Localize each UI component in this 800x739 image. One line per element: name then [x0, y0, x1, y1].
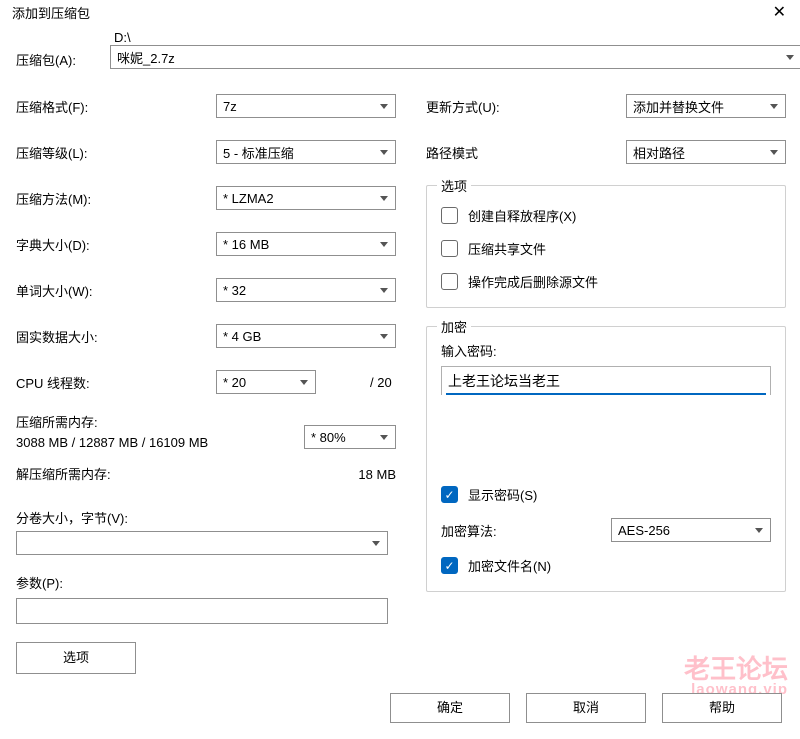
encryption-group-title: 加密	[437, 317, 471, 336]
mem-compress-label: 压缩所需内存:	[16, 413, 304, 433]
level-select[interactable]	[216, 140, 396, 164]
archive-label: 压缩包(A):	[16, 50, 100, 69]
mem-percent-select[interactable]	[304, 425, 396, 449]
archive-filename-combo[interactable]	[110, 45, 800, 69]
solid-select[interactable]	[216, 324, 396, 348]
params-label: 参数(P):	[16, 573, 396, 592]
sfx-label: 创建自释放程序(X)	[468, 206, 576, 225]
dict-label: 字典大小(D):	[16, 235, 216, 254]
update-label: 更新方式(U):	[426, 97, 626, 116]
word-label: 单词大小(W):	[16, 281, 216, 300]
options-button[interactable]: 选项	[16, 642, 136, 674]
encrypt-names-checkbox[interactable]: ✓	[441, 557, 458, 574]
update-select[interactable]	[626, 94, 786, 118]
encrypt-names-row[interactable]: ✓ 加密文件名(N)	[441, 556, 771, 575]
title-bar: 添加到压缩包 ✕	[0, 0, 800, 26]
pathmode-label: 路径模式	[426, 143, 626, 162]
threads-label: CPU 线程数:	[16, 373, 216, 392]
show-password-checkbox[interactable]: ✓	[441, 486, 458, 503]
delete-after-label: 操作完成后删除源文件	[468, 272, 598, 291]
enc-algo-select[interactable]	[611, 518, 771, 542]
mem-decompress-value: 18 MB	[358, 465, 396, 485]
left-column: 压缩格式(F): 压缩等级(L): 压缩方法(M): 字典大小(D): 单词大小…	[16, 93, 396, 674]
dict-select[interactable]	[216, 232, 396, 256]
sfx-checkbox[interactable]	[441, 207, 458, 224]
shared-label: 压缩共享文件	[468, 239, 546, 258]
delete-after-checkbox-row[interactable]: 操作完成后删除源文件	[441, 272, 771, 291]
level-label: 压缩等级(L):	[16, 143, 216, 162]
mem-decompress-label: 解压缩所需内存:	[16, 465, 358, 485]
help-button[interactable]: 帮助	[662, 693, 782, 723]
mem-compress-value: 3088 MB / 12887 MB / 16109 MB	[16, 433, 304, 453]
word-select[interactable]	[216, 278, 396, 302]
method-label: 压缩方法(M):	[16, 189, 216, 208]
shared-checkbox[interactable]	[441, 240, 458, 257]
pathmode-select[interactable]	[626, 140, 786, 164]
right-column: 更新方式(U): 路径模式 选项 创建自释放程序(X) 压缩共享文件	[426, 93, 786, 674]
window-title: 添加到压缩包	[12, 3, 90, 22]
solid-label: 固实数据大小:	[16, 327, 216, 346]
enc-algo-label: 加密算法:	[441, 521, 591, 540]
method-select[interactable]	[216, 186, 396, 210]
encryption-group: 加密 输入密码: ✓ 显示密码(S) 加密算法: ✓ 加密文件名(N)	[426, 326, 786, 592]
close-icon[interactable]: ✕	[767, 2, 792, 22]
threads-total: / 20	[370, 375, 392, 390]
threads-select[interactable]	[216, 370, 316, 394]
password-label: 输入密码:	[441, 341, 771, 360]
encrypt-names-label: 加密文件名(N)	[468, 556, 551, 575]
archive-path-row: 压缩包(A): D:\ ...	[16, 30, 786, 69]
archive-dir-hint: D:\	[110, 30, 800, 45]
format-label: 压缩格式(F):	[16, 97, 216, 116]
delete-after-checkbox[interactable]	[441, 273, 458, 290]
show-password-label: 显示密码(S)	[468, 485, 537, 504]
footer-buttons: 确定 取消 帮助	[390, 693, 782, 723]
format-select[interactable]	[216, 94, 396, 118]
ok-button[interactable]: 确定	[390, 693, 510, 723]
split-label: 分卷大小，字节(V):	[16, 508, 396, 527]
params-input[interactable]	[16, 598, 388, 624]
split-combo[interactable]	[16, 531, 388, 555]
options-group: 选项 创建自释放程序(X) 压缩共享文件 操作完成后删除源文件	[426, 185, 786, 308]
password-input[interactable]	[446, 369, 766, 395]
cancel-button[interactable]: 取消	[526, 693, 646, 723]
sfx-checkbox-row[interactable]: 创建自释放程序(X)	[441, 206, 771, 225]
shared-checkbox-row[interactable]: 压缩共享文件	[441, 239, 771, 258]
options-group-title: 选项	[437, 176, 471, 195]
show-password-row[interactable]: ✓ 显示密码(S)	[441, 485, 771, 504]
